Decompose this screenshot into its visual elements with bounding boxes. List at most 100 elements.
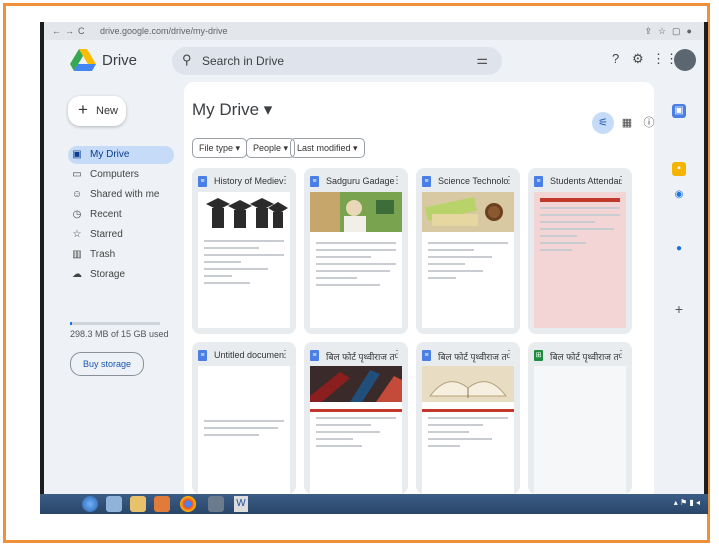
add-addon-icon[interactable]: +: [672, 302, 686, 316]
settings-icon[interactable]: ⚙: [632, 51, 644, 67]
more-options-icon[interactable]: ⋮: [280, 175, 290, 186]
file-card[interactable]: ≡ बिल फोर्ट पृथ्वीराज तप...⋮: [416, 342, 520, 494]
docs-icon: ≡: [198, 350, 207, 361]
page-title[interactable]: My Drive ▾: [192, 100, 272, 120]
contacts-icon[interactable]: ●: [672, 242, 686, 256]
filter-label: People: [253, 143, 282, 153]
sidebar-item-my-drive[interactable]: ▣ My Drive: [68, 146, 174, 164]
file-name: Untitled document: [214, 350, 284, 360]
plus-icon: +: [78, 100, 88, 119]
more-options-icon[interactable]: ⋮: [392, 175, 402, 186]
chevron-down-icon: ▾: [263, 100, 273, 119]
file-card[interactable]: ⊞ बिल फोर्ट पृथ्वीराज तप...⋮: [528, 342, 632, 494]
file-name: History of Medieval ...: [214, 176, 284, 186]
portrait-image: [310, 192, 402, 232]
filter-file-type[interactable]: File type ▾: [192, 138, 248, 158]
file-preview: [310, 192, 402, 328]
file-card[interactable]: ≡ बिल फोर्ट पृथ्वीराज तप...⋮: [304, 342, 408, 494]
clock-icon: ◷: [72, 209, 82, 220]
file-name: Science Technolog...: [438, 176, 508, 186]
sidebar-item-trash[interactable]: ▥ Trash: [68, 246, 174, 264]
docs-icon: ≡: [310, 176, 319, 187]
open-book-image: [422, 366, 514, 402]
calendar-icon[interactable]: ▣: [672, 104, 686, 118]
sidebar-item-recent[interactable]: ◷ Recent: [68, 206, 174, 224]
file-preview: [198, 192, 290, 328]
docs-icon: ≡: [422, 350, 431, 361]
filter-people[interactable]: People ▾: [246, 138, 296, 158]
file-preview: [534, 192, 626, 328]
file-name: बिल फोर्ट पृथ्वीराज तप...: [550, 352, 620, 362]
page-title-text: My Drive: [192, 100, 260, 119]
sidebar-item-computers[interactable]: ▭ Computers: [68, 166, 174, 184]
file-preview: [198, 366, 290, 494]
drive-logo-icon: [70, 49, 96, 71]
address-bar[interactable]: ←→C drive.google.com/drive/my-drive ⇪☆▢●: [44, 22, 704, 40]
file-preview: [422, 192, 514, 328]
file-card[interactable]: ≡ Science Technolog...⋮: [416, 168, 520, 334]
file-card[interactable]: ≡ Sadguru Gadage M...⋮: [304, 168, 408, 334]
sidebar: + New ▣ My Drive ▭ Computers ☺ Shared wi…: [44, 82, 179, 494]
search-options-icon[interactable]: ⚌: [476, 52, 488, 68]
word-icon[interactable]: W: [234, 496, 248, 512]
trash-icon: ▥: [72, 249, 82, 260]
keep-icon[interactable]: ▪: [672, 162, 686, 176]
storage-progress-bar: [70, 322, 160, 325]
url-text[interactable]: drive.google.com/drive/my-drive: [100, 22, 228, 40]
sidebar-item-label: Computers: [90, 169, 139, 180]
drive-header: Drive ⚲ Search in Drive ⚌ ? ⚙ ⋮⋮: [44, 40, 704, 82]
new-button[interactable]: + New: [68, 96, 126, 126]
books-image: [422, 192, 514, 232]
more-options-icon[interactable]: ⋮: [504, 175, 514, 186]
search-input[interactable]: Search in Drive: [202, 54, 284, 68]
docs-icon: ≡: [198, 176, 207, 187]
browser-window: ←→C drive.google.com/drive/my-drive ⇪☆▢●…: [44, 22, 704, 494]
graduation-image: [198, 192, 290, 230]
file-card[interactable]: ≡ Students Attendanc...⋮: [528, 168, 632, 334]
sidebar-item-label: Shared with me: [90, 189, 160, 200]
sidebar-item-storage[interactable]: ☁ Storage: [68, 266, 174, 284]
side-panel-apps: ▣ ▪ ◉ ● +: [658, 82, 704, 494]
sidebar-item-label: Storage: [90, 269, 126, 280]
help-icon[interactable]: ?: [612, 51, 619, 66]
brand-name: Drive: [102, 52, 138, 69]
browser-toolbar-icons[interactable]: ⇪☆▢●: [644, 22, 698, 40]
search-icon[interactable]: ⚲: [182, 52, 192, 68]
photo-frame: ←→C drive.google.com/drive/my-drive ⇪☆▢●…: [3, 3, 710, 543]
new-button-label: New: [96, 105, 119, 117]
docs-icon: ≡: [310, 350, 319, 361]
buy-storage-button[interactable]: Buy storage: [70, 352, 144, 376]
sidebar-item-label: My Drive: [90, 149, 130, 160]
more-options-icon[interactable]: ⋮: [616, 349, 626, 360]
start-icon[interactable]: [82, 496, 98, 512]
docs-icon: ≡: [422, 176, 431, 187]
tasks-icon[interactable]: ◉: [672, 188, 686, 202]
cloud-icon: ☁: [72, 269, 82, 280]
info-icon[interactable]: ⓘ: [638, 112, 660, 134]
storage-usage-text: 298.3 MB of 15 GB used: [70, 329, 169, 339]
more-options-icon[interactable]: ⋮: [504, 349, 514, 360]
more-options-icon[interactable]: ⋮: [616, 175, 626, 186]
file-name: Sadguru Gadage M...: [326, 176, 396, 186]
folder-icon[interactable]: [130, 496, 146, 512]
system-tray: ▴ ⚑ ▮ ◂: [673, 498, 700, 507]
my-drive-icon: ▣: [72, 149, 82, 160]
browser-nav-icons[interactable]: ←→C: [52, 22, 89, 40]
media-icon[interactable]: [154, 496, 170, 512]
app-icon[interactable]: [208, 496, 224, 512]
file-card[interactable]: ≡ History of Medieval ...⋮: [192, 168, 296, 334]
filter-last-modified[interactable]: Last modified ▾: [290, 138, 365, 158]
monitor: ←→C drive.google.com/drive/my-drive ⇪☆▢●…: [40, 22, 708, 514]
sidebar-item-shared-with-me[interactable]: ☺ Shared with me: [68, 186, 174, 204]
search-bar[interactable]: ⚲ Search in Drive ⚌: [172, 47, 502, 75]
ie-icon[interactable]: [106, 496, 122, 512]
sidebar-item-starred[interactable]: ☆ Starred: [68, 226, 174, 244]
more-options-icon[interactable]: ⋮: [280, 349, 290, 360]
chrome-icon[interactable]: [180, 496, 196, 512]
grid-view-icon[interactable]: ▦: [616, 112, 638, 134]
file-preview: [534, 366, 626, 494]
file-card[interactable]: ≡ Untitled document ⋮: [192, 342, 296, 494]
more-options-icon[interactable]: ⋮: [392, 349, 402, 360]
filter-toggle-icon[interactable]: ⚟: [592, 112, 614, 134]
avatar[interactable]: [674, 49, 696, 71]
